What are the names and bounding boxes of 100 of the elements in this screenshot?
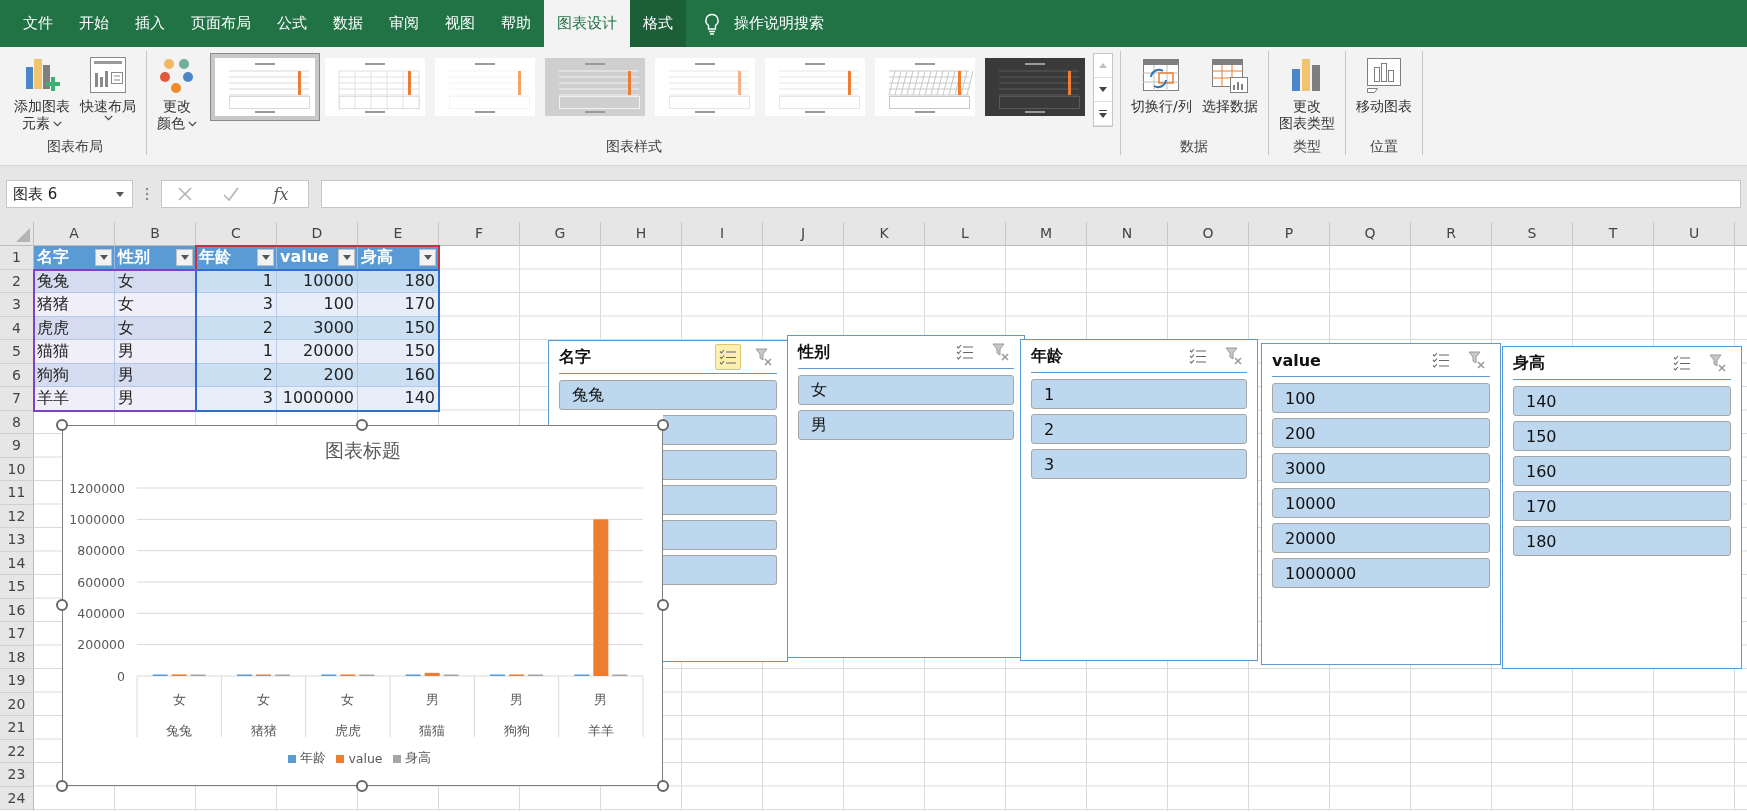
ribbon-tab[interactable]: 图表设计 [544, 0, 630, 47]
formula-input[interactable] [321, 180, 1741, 208]
row-header[interactable]: 14 [0, 551, 34, 575]
column-header[interactable]: B [115, 222, 196, 246]
name-box[interactable]: 图表 6 [6, 180, 133, 208]
row-header[interactable]: 7 [0, 387, 34, 411]
column-header[interactable]: D [277, 222, 358, 246]
quick-layout-button[interactable]: 快速布局 [77, 51, 139, 123]
row-header[interactable]: 12 [0, 504, 34, 528]
slicer-item[interactable]: 2 [1031, 414, 1247, 444]
row-header[interactable]: 4 [0, 316, 34, 340]
ribbon-tab[interactable]: 公式 [264, 0, 320, 47]
row-header[interactable]: 22 [0, 739, 34, 763]
row-header[interactable]: 2 [0, 269, 34, 293]
check-icon[interactable] [222, 187, 239, 201]
resize-handle[interactable] [56, 780, 68, 792]
slicer-item[interactable]: 180 [1513, 526, 1731, 556]
row-header[interactable]: 13 [0, 528, 34, 552]
column-header[interactable]: O [1168, 222, 1249, 246]
slicer-item[interactable]: 3 [1031, 449, 1247, 479]
column-header[interactable]: K [844, 222, 925, 246]
slicer-item[interactable]: 10000 [1272, 488, 1490, 518]
row-header[interactable]: 15 [0, 575, 34, 599]
column-header[interactable]: C [196, 222, 277, 246]
row-header[interactable]: 8 [0, 410, 34, 434]
row-header[interactable]: 21 [0, 716, 34, 740]
row-header[interactable]: 11 [0, 481, 34, 505]
slicer-item[interactable]: 160 [1513, 456, 1731, 486]
column-header[interactable]: G [520, 222, 601, 246]
row-header[interactable]: 18 [0, 645, 34, 669]
row-header[interactable]: 5 [0, 340, 34, 364]
slicer-item[interactable]: 1 [1031, 379, 1247, 409]
ribbon-tab[interactable]: 帮助 [488, 0, 544, 47]
column-header[interactable]: R [1411, 222, 1492, 246]
resize-handle[interactable] [657, 780, 669, 792]
slicer-item[interactable]: 150 [1513, 421, 1731, 451]
filter-button[interactable] [176, 248, 193, 266]
category-label: 猫猫 [419, 723, 446, 738]
slicer-item[interactable]: 140 [1513, 386, 1731, 416]
row-header[interactable]: 24 [0, 786, 34, 810]
filter-button[interactable] [338, 248, 355, 266]
row-header[interactable]: 19 [0, 669, 34, 693]
row-header[interactable]: 9 [0, 434, 34, 458]
ribbon-tab[interactable]: 数据 [320, 0, 376, 47]
column-header[interactable]: M [1006, 222, 1087, 246]
ribbon-tab[interactable]: 格式 [630, 0, 686, 47]
slicer-item[interactable]: 20000 [1272, 523, 1490, 553]
row-header[interactable]: 20 [0, 692, 34, 716]
column-header[interactable]: T [1573, 222, 1654, 246]
slicer-item[interactable]: 兔兔 [559, 380, 777, 410]
column-header[interactable]: J [763, 222, 844, 246]
column-header[interactable]: L [925, 222, 1006, 246]
move-chart-button[interactable]: 移动图表 [1352, 51, 1415, 117]
row-header[interactable]: 23 [0, 763, 34, 787]
ribbon-tab[interactable]: 开始 [66, 0, 122, 47]
cancel-icon[interactable] [177, 187, 192, 201]
slicer-item[interactable]: 200 [1272, 418, 1490, 448]
slicer-item[interactable]: 100 [1272, 383, 1490, 413]
filter-button[interactable] [257, 248, 274, 266]
row-header[interactable]: 17 [0, 622, 34, 646]
slicer-item[interactable]: 3000 [1272, 453, 1490, 483]
column-header[interactable]: Q [1330, 222, 1411, 246]
ribbon-tab[interactable]: 文件 [10, 0, 66, 47]
slicer-item[interactable]: 女 [798, 375, 1014, 405]
resize-handle[interactable] [56, 599, 68, 611]
column-header[interactable]: U [1654, 222, 1735, 246]
change-chart-type-button[interactable]: 更改 图表类型 [1275, 51, 1338, 134]
row-header[interactable]: 10 [0, 457, 34, 481]
select-data-button[interactable]: 选择数据 [1198, 51, 1261, 117]
chart-style-thumbnail[interactable] [210, 53, 320, 121]
column-header[interactable]: E [358, 222, 439, 246]
ribbon-tab[interactable]: 插入 [122, 0, 178, 47]
filter-button[interactable] [95, 248, 112, 266]
ribbon-tab[interactable]: 审阅 [376, 0, 432, 47]
column-header[interactable]: H [601, 222, 682, 246]
row-header[interactable]: 6 [0, 363, 34, 387]
filter-button[interactable] [419, 248, 436, 266]
column-header[interactable]: F [439, 222, 520, 246]
row-header[interactable]: 16 [0, 598, 34, 622]
ribbon-tab[interactable]: 视图 [432, 0, 488, 47]
multi-select-button[interactable] [715, 344, 741, 370]
column-header[interactable]: A [34, 222, 115, 246]
row-header[interactable]: 3 [0, 293, 34, 317]
row-header[interactable]: 1 [0, 246, 34, 270]
slicer-item[interactable]: 1000000 [1272, 558, 1490, 588]
ribbon-tab[interactable]: 页面布局 [178, 0, 264, 47]
column-header[interactable]: S [1492, 222, 1573, 246]
resize-handle[interactable] [356, 419, 368, 431]
slicer-item[interactable]: 男 [798, 410, 1014, 440]
change-colors-button[interactable]: 更改 颜色 [154, 51, 200, 134]
add-chart-element-button[interactable]: 添加图表 元素 [11, 51, 73, 134]
column-header[interactable]: P [1249, 222, 1330, 246]
column-header[interactable]: I [682, 222, 763, 246]
slicer-item[interactable]: 170 [1513, 491, 1731, 521]
resize-handle[interactable] [56, 419, 68, 431]
column-header[interactable]: N [1087, 222, 1168, 246]
insert-function-button[interactable]: fx [269, 184, 293, 204]
switch-row-column-button[interactable]: 切换行/列 [1128, 51, 1195, 117]
search-box[interactable]: 操作说明搜索 [686, 0, 842, 47]
table-cell: 羊羊 [34, 387, 115, 411]
